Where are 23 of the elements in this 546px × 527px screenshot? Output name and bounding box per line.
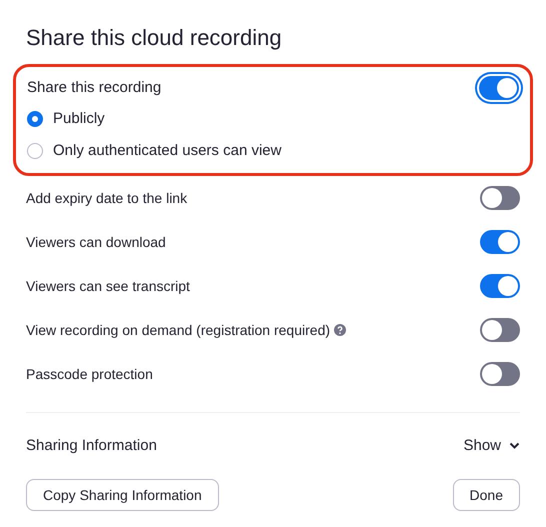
setting-label: Viewers can see transcript: [26, 276, 190, 296]
radio-button[interactable]: [27, 111, 43, 127]
setting-label: View recording on demand (registration required): [26, 320, 330, 340]
toggle-switch[interactable]: [480, 230, 520, 254]
toggle-switch[interactable]: [480, 362, 520, 386]
setting-label: Add expiry date to the link: [26, 188, 188, 208]
toggle-switch[interactable]: [480, 318, 520, 342]
dialog-title: Share this cloud recording: [26, 24, 283, 52]
setting-label: Viewers can download: [26, 232, 166, 252]
show-toggle[interactable]: Show: [463, 434, 520, 458]
chevron-down-icon: [509, 442, 520, 450]
help-icon[interactable]: [334, 324, 346, 336]
radio-label: Only authenticated users can view: [53, 140, 282, 161]
section-label: Sharing Information: [26, 436, 157, 456]
toggle-switch[interactable]: [480, 274, 520, 298]
setting-label: Passcode protection: [26, 364, 153, 384]
toggle-switch[interactable]: [479, 76, 519, 100]
setting-label: Share this recording: [27, 78, 162, 98]
radio-button[interactable]: [27, 143, 43, 159]
radio-label: Publicly: [53, 108, 105, 129]
done-button[interactable]: Done: [452, 479, 520, 511]
copy-sharing-information-button[interactable]: Copy Sharing Information: [26, 479, 219, 511]
toggle-switch[interactable]: [480, 186, 520, 210]
